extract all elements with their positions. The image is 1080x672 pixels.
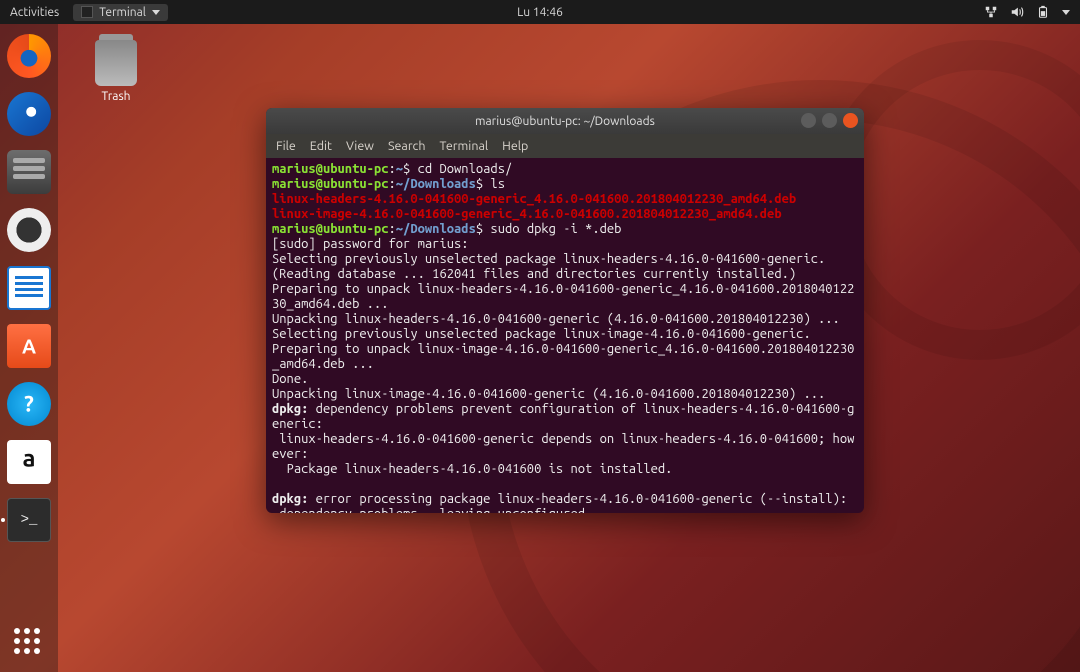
dock-help[interactable] (7, 382, 51, 426)
command-sudo-dpkg: sudo dpkg -i *.deb (483, 222, 621, 236)
output-line: Preparing to unpack linux-image-4.16.0-0… (272, 342, 854, 371)
terminal-window[interactable]: marius@ubuntu-pc: ~/Downloads File Edit … (266, 108, 864, 513)
command-ls: ls (483, 177, 505, 191)
dock-libreoffice-writer[interactable] (7, 266, 51, 310)
top-panel: Activities Terminal Lu 14:46 (0, 0, 1080, 24)
terminal-small-icon (81, 6, 93, 18)
prompt-userhost: marius@ubuntu-pc (272, 162, 388, 176)
dock-thunderbird[interactable] (7, 92, 51, 136)
menu-help[interactable]: Help (502, 139, 528, 153)
output-line: Done. (272, 372, 308, 386)
trash-icon (95, 40, 137, 86)
battery-icon[interactable] (1036, 5, 1050, 19)
output-line: Selecting previously unselected package … (272, 327, 811, 341)
terminal-output[interactable]: marius@ubuntu-pc:~$ cd Downloads/ marius… (266, 158, 864, 513)
ls-file-1: linux-headers-4.16.0-041600-generic_4.16… (272, 192, 796, 206)
dock-rhythmbox[interactable] (7, 208, 51, 252)
output-line: error processing package linux-headers-4… (308, 492, 847, 506)
output-line: Unpacking linux-image-4.16.0-041600-gene… (272, 387, 825, 401)
minimize-button[interactable] (801, 113, 816, 128)
ls-file-2: linux-image-4.16.0-041600-generic_4.16.0… (272, 207, 782, 221)
output-line: dependency problems - leaving unconfigur… (272, 507, 585, 513)
dock-ubuntu-software[interactable] (7, 324, 51, 368)
maximize-button[interactable] (822, 113, 837, 128)
dock-files[interactable] (7, 150, 51, 194)
output-line: Unpacking linux-headers-4.16.0-041600-ge… (272, 312, 840, 326)
prompt-sep: : (388, 162, 395, 176)
dock-amazon[interactable] (7, 440, 51, 484)
app-menu-label: Terminal (99, 6, 146, 19)
volume-icon[interactable] (1010, 5, 1024, 19)
output-line: linux-headers-4.16.0-041600-generic depe… (272, 432, 854, 461)
dock-terminal[interactable] (7, 498, 51, 542)
dock-firefox[interactable] (7, 34, 51, 78)
chevron-down-icon (152, 10, 160, 15)
app-menu-button[interactable]: Terminal (73, 4, 168, 21)
prompt-path: ~ (396, 162, 403, 176)
close-button[interactable] (843, 113, 858, 128)
system-menu-chevron-icon[interactable] (1062, 10, 1070, 15)
window-titlebar[interactable]: marius@ubuntu-pc: ~/Downloads (266, 108, 864, 134)
output-line: Package linux-headers-4.16.0-041600 is n… (272, 462, 672, 476)
network-icon[interactable] (984, 5, 998, 19)
window-title: marius@ubuntu-pc: ~/Downloads (475, 115, 655, 128)
prompt-path: ~/Downloads (396, 177, 476, 191)
prompt-userhost: marius@ubuntu-pc (272, 177, 388, 191)
output-line: Preparing to unpack linux-headers-4.16.0… (272, 282, 854, 311)
output-line: (Reading database ... 162041 files and d… (272, 267, 796, 281)
output-dpkg-label: dpkg: (272, 402, 308, 416)
output-dpkg-label: dpkg: (272, 492, 308, 506)
menu-view[interactable]: View (346, 139, 374, 153)
terminal-menubar: File Edit View Search Terminal Help (266, 134, 864, 158)
output-line: dependency problems prevent configuratio… (272, 402, 854, 431)
clock[interactable]: Lu 14:46 (517, 6, 563, 19)
menu-terminal[interactable]: Terminal (440, 139, 489, 153)
output-line: [sudo] password for marius: (272, 237, 476, 251)
command-cd: cd Downloads/ (410, 162, 512, 176)
desktop-trash[interactable]: Trash (86, 40, 146, 103)
trash-label: Trash (86, 90, 146, 103)
menu-edit[interactable]: Edit (310, 139, 332, 153)
show-applications-button[interactable] (14, 628, 44, 658)
menu-file[interactable]: File (276, 139, 296, 153)
dock (0, 24, 58, 672)
activities-button[interactable]: Activities (10, 6, 59, 19)
output-line: Selecting previously unselected package … (272, 252, 825, 266)
menu-search[interactable]: Search (388, 139, 426, 153)
